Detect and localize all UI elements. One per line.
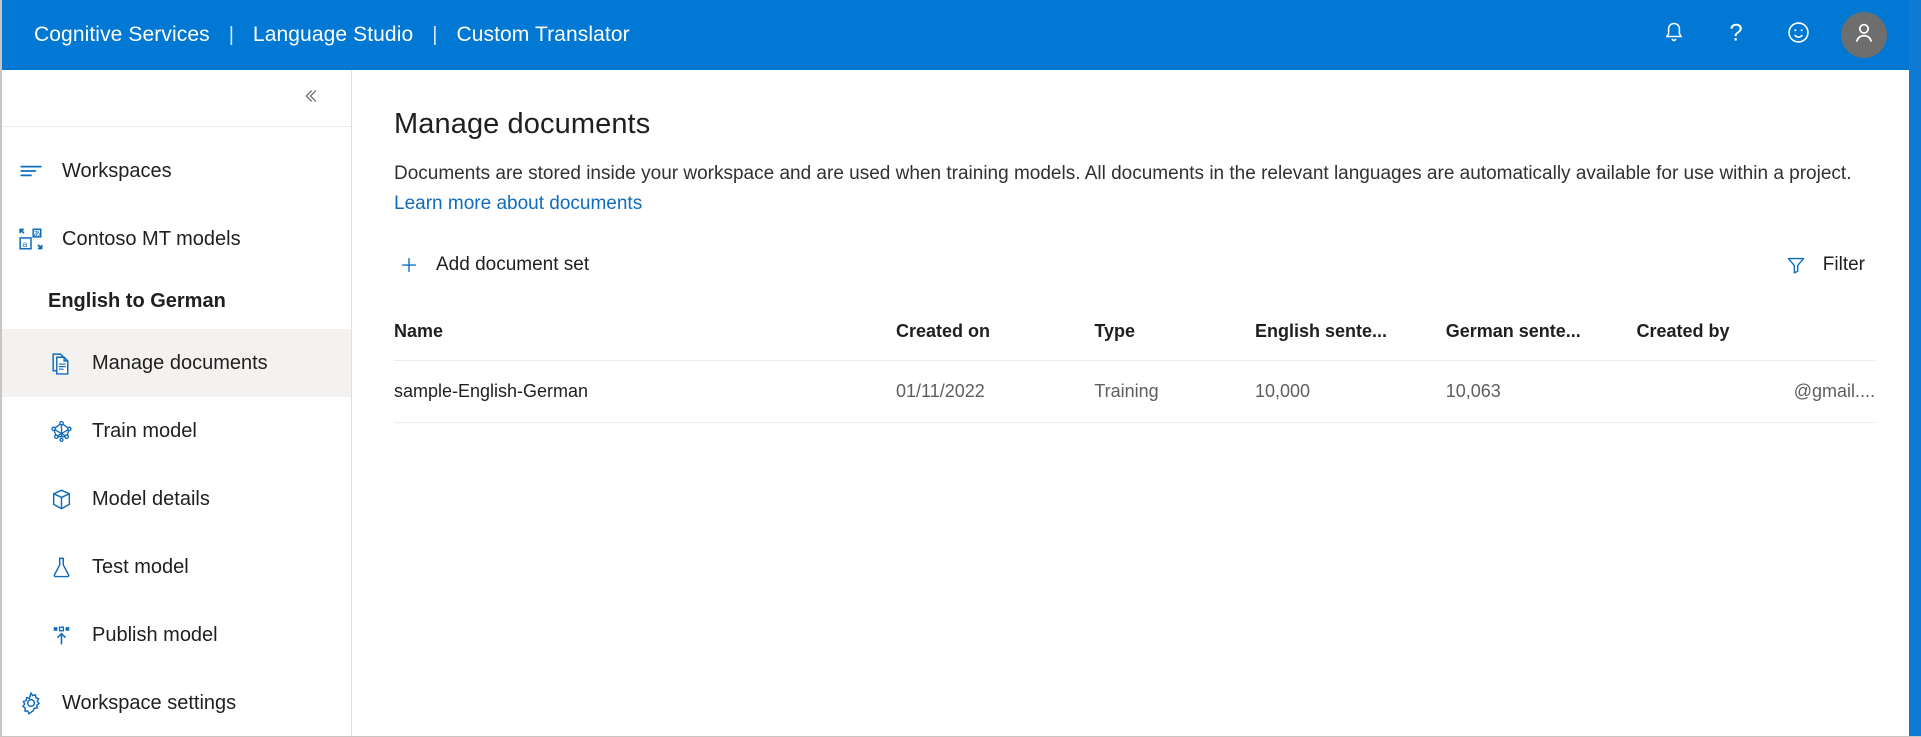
sidebar-item-manage-documents[interactable]: Manage documents [2,329,351,397]
person-icon [1850,19,1878,52]
gear-icon [14,690,48,716]
page-description: Documents are stored inside your workspa… [394,159,1875,219]
sidebar-section-title: English to German [48,289,226,312]
user-avatar[interactable] [1841,12,1887,58]
sidebar-item-contoso-mt-models[interactable]: a あ Contoso MT models [2,205,351,273]
sidebar-item-publish-model[interactable]: Publish model [2,601,351,669]
documents-table: Name Created on Type English sente... Ge… [394,309,1875,423]
sidebar-item-label: Model details [92,487,210,510]
column-header-name[interactable]: Name [394,309,897,361]
table-header-row: Name Created on Type English sente... Ge… [394,309,1875,361]
translate-icon: a あ [14,226,48,252]
breadcrumb-item-custom-translator[interactable]: Custom Translator [456,23,629,47]
sidebar-item-workspace-settings[interactable]: Workspace settings [2,669,351,736]
sidebar-item-label: Contoso MT models [62,227,241,250]
cell-created-by: @gmail.... [1636,360,1875,423]
sidebar-item-label: Workspaces [62,159,172,182]
sidebar-item-label: Train model [92,419,197,442]
page-description-text: Documents are stored inside your workspa… [394,163,1852,184]
breadcrumb: Cognitive Services | Language Studio | C… [34,23,630,47]
flask-icon [44,555,78,580]
table-body: sample-English-German 01/11/2022 Trainin… [394,360,1875,423]
sidebar: Workspaces a あ Contoso MT models English… [2,70,352,736]
plus-icon [394,254,424,276]
sidebar-nav-list: Workspaces a あ Contoso MT models English… [2,127,351,736]
sidebar-item-train-model[interactable]: Train model [2,397,351,465]
header-actions: ? [1643,0,1911,70]
learn-more-link[interactable]: Learn more about documents [394,193,642,214]
sidebar-item-label: Test model [92,555,189,578]
cell-type: Training [1094,360,1255,423]
sidebar-item-model-details[interactable]: Model details [2,465,351,533]
document-icon [44,351,78,376]
vertical-scrollbar[interactable] [1909,0,1921,736]
notification-bell-icon [1661,20,1687,51]
neural-network-icon [44,419,78,444]
help-question-icon: ? [1723,19,1749,51]
sidebar-item-label: Manage documents [92,351,268,374]
filter-label: Filter [1822,254,1865,275]
filter-button[interactable]: Filter [1781,243,1875,287]
sidebar-item-label: Workspace settings [62,691,237,714]
cell-english-sentences: 10,000 [1254,360,1446,423]
page-title: Manage documents [394,108,651,140]
main-content: Manage documents Documents are stored in… [353,70,1911,736]
help-button[interactable]: ? [1705,0,1767,70]
table-header: Name Created on Type English sente... Ge… [394,309,1875,361]
cell-german-sentences: 10,063 [1445,360,1637,423]
breadcrumb-separator: | [228,23,234,46]
publish-upload-icon [44,623,78,648]
table-row[interactable]: sample-English-German 01/11/2022 Trainin… [394,360,1875,423]
sidebar-collapse-row [2,70,351,127]
list-lines-icon [14,158,48,184]
add-document-set-label: Add document set [436,254,590,275]
breadcrumb-separator: | [432,23,438,46]
cell-created-on: 01/11/2022 [896,360,1095,423]
sidebar-item-test-model[interactable]: Test model [2,533,351,601]
svg-text:?: ? [1729,20,1742,46]
cell-name[interactable]: sample-English-German [394,360,897,423]
sidebar-item-label: Publish model [92,623,218,646]
package-box-icon [44,487,78,512]
filter-funnel-icon [1781,254,1811,276]
column-header-english-sentences[interactable]: English sente... [1254,309,1446,361]
column-header-created-by[interactable]: Created by [1636,309,1875,361]
top-header-bar: Cognitive Services | Language Studio | C… [2,0,1911,70]
add-document-set-button[interactable]: Add document set [394,243,599,287]
column-header-type[interactable]: Type [1094,309,1255,361]
collapse-sidebar-button[interactable] [293,81,327,115]
feedback-button[interactable] [1767,0,1829,70]
column-header-created-on[interactable]: Created on [896,309,1095,361]
column-header-german-sentences[interactable]: German sente... [1445,309,1637,361]
breadcrumb-item-language-studio[interactable]: Language Studio [253,23,413,47]
app-root: Cognitive Services | Language Studio | C… [0,0,1921,737]
command-bar: Add document set Filter [394,241,1875,289]
svg-text:a: a [23,239,28,249]
feedback-smiley-icon [1785,19,1812,51]
chevron-double-left-icon [299,85,321,112]
breadcrumb-item-cognitive-services[interactable]: Cognitive Services [34,23,210,47]
svg-text:あ: あ [33,229,41,238]
notification-bell-button[interactable] [1643,0,1705,70]
sidebar-item-workspaces[interactable]: Workspaces [2,137,351,205]
